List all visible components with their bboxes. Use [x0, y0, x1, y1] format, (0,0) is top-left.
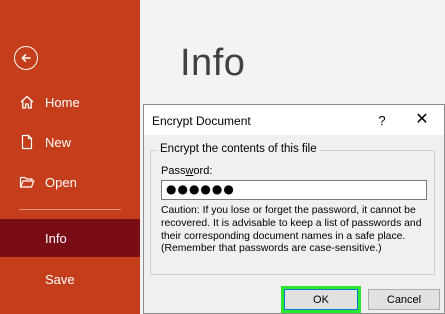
sidebar-item-save[interactable]: Save	[0, 260, 140, 298]
sidebar-item-label: Save	[45, 271, 75, 287]
password-field[interactable]: ●●●●●●	[161, 180, 427, 200]
sidebar-divider	[19, 209, 121, 210]
home-icon	[19, 94, 35, 110]
sidebar-item-label: New	[45, 134, 72, 150]
groupbox-label: Encrypt the contents of this file	[157, 143, 320, 155]
sidebar-item-open[interactable]: Open	[0, 163, 140, 201]
password-label: Password:	[161, 165, 213, 177]
sidebar-item-new[interactable]: New	[0, 123, 140, 161]
sidebar-item-home[interactable]: Home	[0, 83, 140, 121]
encrypt-groupbox: Encrypt the contents of this file Passwo…	[150, 143, 435, 275]
encrypt-document-dialog: Encrypt Document ? ✕ Encrypt the content…	[143, 104, 445, 314]
caution-text: Caution: If you lose or forget the passw…	[161, 205, 433, 256]
close-button[interactable]: ✕	[412, 109, 432, 129]
open-folder-icon	[19, 174, 35, 190]
dialog-titlebar[interactable]: Encrypt Document ? ✕	[144, 105, 444, 135]
cancel-button[interactable]: Cancel	[368, 289, 440, 310]
case-sensitive-note: (Remember that passwords are case-sensit…	[161, 243, 382, 255]
ok-button[interactable]: OK	[281, 286, 361, 313]
back-button[interactable]	[14, 46, 38, 70]
sidebar-item-label: Info	[45, 230, 67, 246]
help-button[interactable]: ?	[376, 113, 388, 128]
backstage-sidebar: Home New Open Info Save	[0, 0, 140, 314]
dialog-title: Encrypt Document	[152, 114, 251, 128]
new-document-icon	[19, 134, 35, 150]
caution-paragraph: Caution: If you lose or forget the passw…	[161, 205, 422, 242]
page-title: Info	[180, 42, 246, 84]
back-arrow-icon	[21, 54, 31, 62]
sidebar-item-label: Open	[45, 174, 77, 190]
sidebar-item-label: Home	[45, 94, 80, 110]
sidebar-item-info[interactable]: Info	[0, 219, 140, 257]
